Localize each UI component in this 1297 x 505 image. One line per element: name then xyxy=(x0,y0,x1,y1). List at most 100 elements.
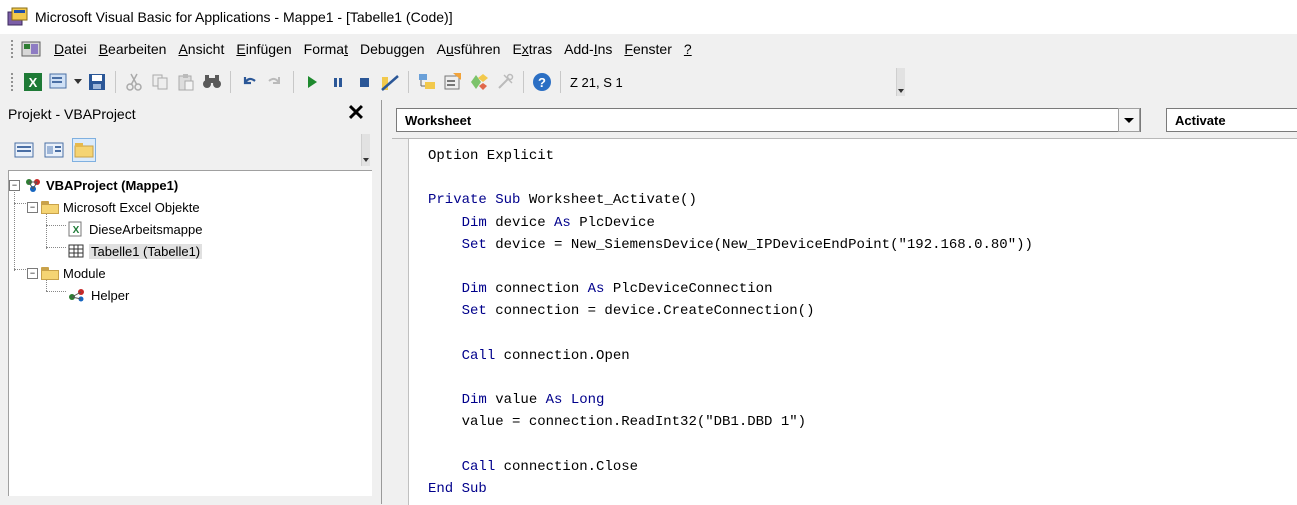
menu-item-text: E xyxy=(236,41,246,57)
copy-icon[interactable] xyxy=(149,71,171,93)
code-text[interactable]: Option Explicit Private Sub Worksheet_Act… xyxy=(428,145,1033,500)
menu-item[interactable]: Add-Ins xyxy=(558,41,618,57)
design-mode-icon[interactable] xyxy=(379,71,401,93)
tree-node-modules[interactable]: − Module xyxy=(27,263,106,283)
tree-label: Microsoft Excel Objekte xyxy=(63,199,200,215)
vbaproject-icon xyxy=(24,177,42,193)
toolbar-separator xyxy=(230,71,231,93)
code-token: device = New_SiemensDevice(New_IPDeviceE… xyxy=(495,236,1033,253)
code-line[interactable]: Dim connection As PlcDeviceConnection xyxy=(428,278,1033,300)
view-object-icon[interactable] xyxy=(42,138,66,162)
view-code-icon[interactable] xyxy=(12,138,36,162)
tree-node-sheet[interactable]: Tabelle1 (Tabelle1) xyxy=(67,241,203,261)
toggle-folders-icon[interactable] xyxy=(72,138,96,162)
code-line[interactable]: Set connection = device.CreateConnection… xyxy=(428,300,1033,322)
title-bar: Microsoft Visual Basic for Applications … xyxy=(0,0,1297,34)
menu-item[interactable]: Ausführen xyxy=(431,41,507,57)
collapse-icon[interactable]: − xyxy=(9,179,20,191)
toolbox-icon[interactable] xyxy=(494,71,516,93)
code-line[interactable]: Dim device As PlcDevice xyxy=(428,212,1033,234)
code-line[interactable]: Call connection.Close xyxy=(428,456,1033,478)
insert-module-icon[interactable] xyxy=(48,71,70,93)
run-icon[interactable] xyxy=(301,71,323,93)
procedure-combo[interactable]: Activate xyxy=(1166,108,1297,132)
code-line[interactable]: Set device = New_SiemensDevice(New_IPDev… xyxy=(428,234,1033,256)
code-line[interactable] xyxy=(428,433,1033,455)
code-line[interactable]: Option Explicit xyxy=(428,145,1033,167)
dropdown-arrow-icon[interactable] xyxy=(74,71,82,93)
toolbar-options-icon[interactable] xyxy=(361,134,370,166)
reset-icon[interactable] xyxy=(353,71,375,93)
menu-item-text: Debuggen xyxy=(359,41,425,57)
find-icon[interactable] xyxy=(201,71,223,93)
code-line[interactable] xyxy=(428,167,1033,189)
worksheet-icon xyxy=(67,243,85,259)
code-margin[interactable] xyxy=(392,139,408,505)
code-keyword: As xyxy=(587,281,613,298)
properties-icon[interactable] xyxy=(442,71,464,93)
code-line[interactable] xyxy=(428,323,1033,345)
code-token: PlcDeviceConnection xyxy=(612,281,773,298)
excel-doc-icon[interactable] xyxy=(20,40,42,58)
tree-node-workbook[interactable]: X DieseArbeitsmappe xyxy=(67,219,202,239)
tree-guide xyxy=(46,247,66,248)
menu-item[interactable]: Datei xyxy=(48,41,93,57)
menu-item-text: x xyxy=(521,41,529,57)
code-token: connection.Close xyxy=(503,458,639,475)
help-icon[interactable]: ? xyxy=(531,71,553,93)
menu-item-text: infügen xyxy=(245,41,292,57)
code-line[interactable] xyxy=(428,367,1033,389)
menu-item-text: sführen xyxy=(453,41,501,57)
project-panel-title: Projekt - VBAProject xyxy=(8,106,136,122)
undo-icon[interactable] xyxy=(238,71,260,93)
tree-node-vbaproject[interactable]: − VBAProject (Mappe1) xyxy=(9,175,178,195)
object-combo-value: Worksheet xyxy=(405,112,472,128)
project-tree: − VBAProject (Mappe1) − Microsoft Excel … xyxy=(8,170,374,498)
code-keyword: Call xyxy=(461,347,504,364)
code-line[interactable]: value = connection.ReadInt32("DB1.DBD 1"… xyxy=(428,411,1033,433)
toolbar-grip[interactable] xyxy=(10,72,14,92)
code-line[interactable]: Call connection.Open xyxy=(428,345,1033,367)
code-line[interactable]: End Sub xyxy=(428,478,1033,500)
svg-text:X: X xyxy=(29,75,38,90)
paste-icon[interactable] xyxy=(175,71,197,93)
save-icon[interactable] xyxy=(86,71,108,93)
tree-node-helper[interactable]: Helper xyxy=(67,285,129,305)
code-line[interactable] xyxy=(428,256,1033,278)
cut-icon[interactable] xyxy=(123,71,145,93)
code-line[interactable]: Private Sub Worksheet_Activate() xyxy=(428,189,1033,211)
code-margin-divider xyxy=(408,139,409,505)
toolbar-options-icon[interactable] xyxy=(896,68,905,96)
break-icon[interactable] xyxy=(327,71,349,93)
menu-grip[interactable] xyxy=(10,39,14,59)
menu-item[interactable]: Extras xyxy=(506,41,558,57)
object-browser-icon[interactable] xyxy=(468,71,490,93)
code-line[interactable]: Dim value As Long xyxy=(428,389,1033,411)
window-title: Microsoft Visual Basic for Applications … xyxy=(35,9,453,25)
menu-item-text: u xyxy=(445,41,454,57)
collapse-icon[interactable]: − xyxy=(27,201,38,213)
excel-icon[interactable]: X xyxy=(22,71,44,93)
tree-label: Helper xyxy=(91,287,130,303)
redo-icon[interactable] xyxy=(264,71,286,93)
menu-item[interactable]: Debuggen xyxy=(354,41,431,57)
object-combo-dropdown-icon[interactable] xyxy=(1118,108,1140,132)
code-editor[interactable]: Option Explicit Private Sub Worksheet_Act… xyxy=(392,138,1297,505)
code-token: Option Explicit xyxy=(428,148,555,164)
menu-item[interactable]: Einfügen xyxy=(230,41,297,57)
project-explorer-icon[interactable] xyxy=(416,71,438,93)
tree-guide xyxy=(14,185,15,271)
collapse-icon[interactable]: − xyxy=(27,267,38,279)
menu-item[interactable]: Ansicht xyxy=(172,41,230,57)
toolbar-separator xyxy=(293,71,294,93)
menu-item[interactable]: Format xyxy=(298,41,354,57)
object-combo[interactable]: Worksheet xyxy=(396,108,1141,132)
menu-item[interactable]: Bearbeiten xyxy=(93,41,173,57)
tree-node-excel-objects[interactable]: − Microsoft Excel Objekte xyxy=(27,197,200,217)
menu-item-text: F xyxy=(624,41,633,57)
toolbar-separator xyxy=(115,71,116,93)
menu-item[interactable]: ? xyxy=(678,41,698,57)
close-icon[interactable]: ✕ xyxy=(344,102,368,126)
menu-item[interactable]: Fenster xyxy=(618,41,677,57)
